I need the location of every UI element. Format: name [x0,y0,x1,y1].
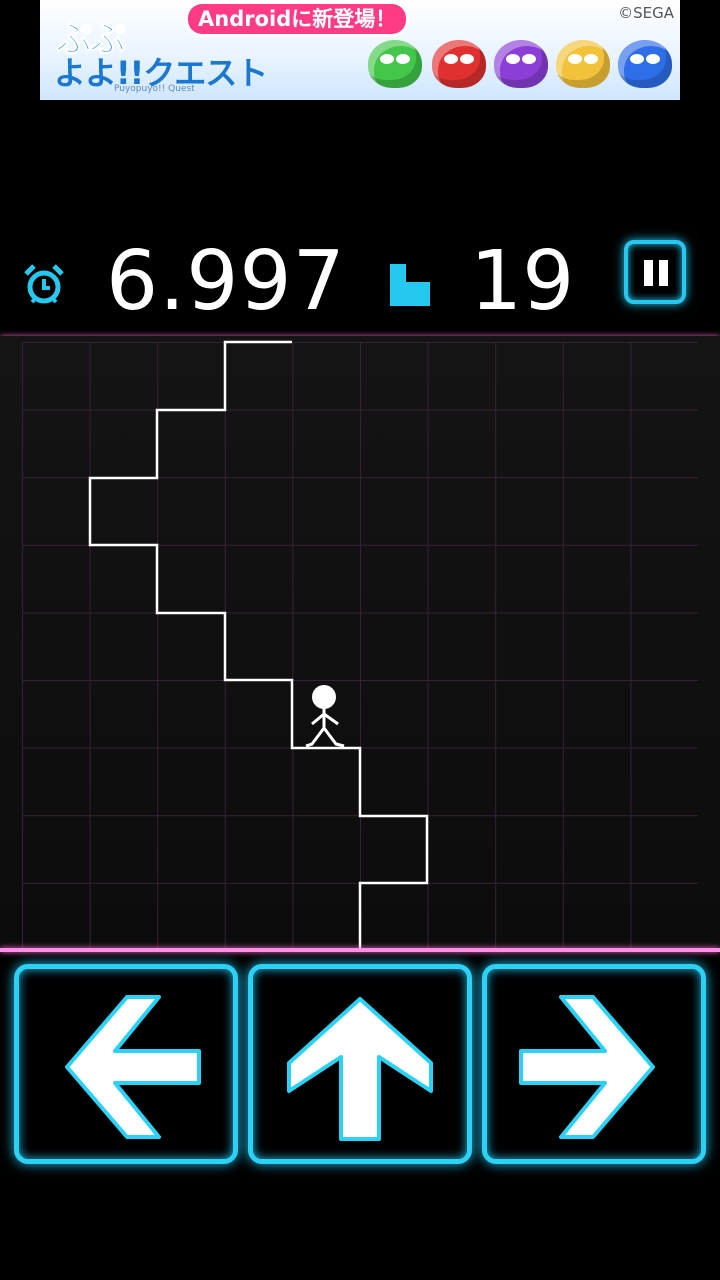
hud-bar: 6.997 19 [0,232,720,332]
arrow-up-icon [287,997,433,1141]
timer-value: 6.997 [106,234,346,329]
control-pad [0,960,720,1170]
stairs-icon [390,264,430,306]
alarm-clock-icon [24,264,64,304]
arrow-right-icon [519,995,655,1139]
puyo-blue-icon [618,40,672,88]
puyo-purple-icon [494,40,548,88]
move-up-button[interactable] [248,964,472,1164]
playfield-canvas [0,336,720,952]
step-count: 19 [470,234,575,329]
arrow-left-icon [65,995,201,1139]
playfield[interactable] [0,336,720,952]
playfield-bottom-border [0,948,720,952]
pause-button[interactable] [624,240,686,304]
move-right-button[interactable] [482,964,706,1164]
ad-banner[interactable]: ぷぷ よよ!!クエスト Puyopuyo!! Quest Androidに新登場… [40,0,680,100]
ad-headline: Androidに新登場！ [188,4,407,34]
ad-logo-subtitle: Puyopuyo!! Quest [114,84,195,94]
puyo-red-icon [432,40,486,88]
ad-copyright: ©SEGA [618,4,674,22]
puyo-green-icon [368,40,422,88]
puyo-yellow-icon [556,40,610,88]
move-left-button[interactable] [14,964,238,1164]
